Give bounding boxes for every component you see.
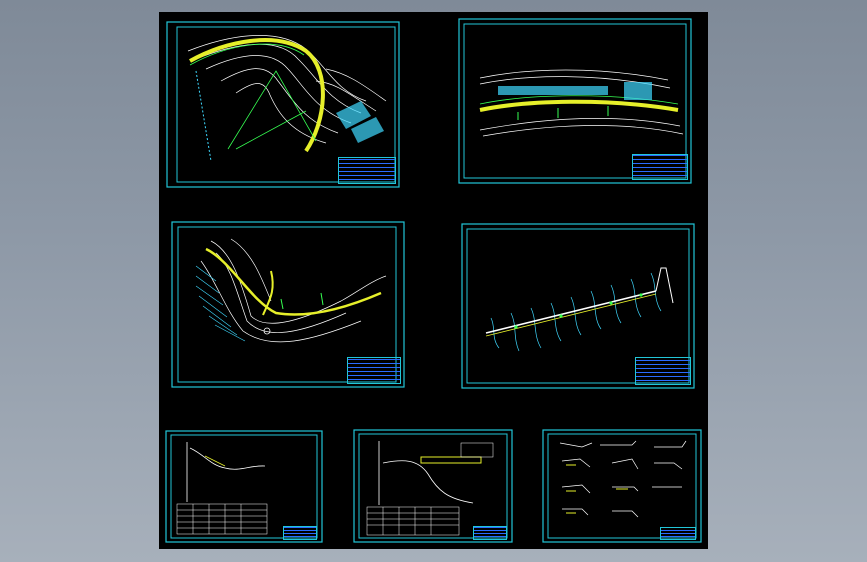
sheet-profile-1[interactable] — [165, 430, 323, 543]
sheet-details[interactable] — [542, 429, 702, 543]
title-block — [347, 357, 401, 384]
sheet-plan-hillside[interactable] — [171, 221, 405, 388]
title-block — [473, 526, 507, 540]
road-alignment — [479, 99, 679, 112]
title-block — [338, 157, 396, 184]
details-drawing — [542, 429, 702, 543]
sheet-profile-2[interactable] — [353, 429, 513, 543]
title-block — [283, 526, 317, 540]
sheet-plan-road-strip[interactable] — [458, 18, 692, 184]
sheet-plan-road-straight[interactable] — [461, 223, 695, 389]
title-block — [632, 154, 688, 180]
sheet-plan-curve[interactable] — [166, 21, 400, 188]
road-alignment — [189, 38, 325, 153]
buildings-hatch — [336, 101, 384, 143]
road-alignment — [205, 247, 382, 316]
title-block — [635, 357, 691, 385]
title-block — [660, 527, 696, 540]
cad-drawing-canvas[interactable] — [159, 12, 708, 549]
